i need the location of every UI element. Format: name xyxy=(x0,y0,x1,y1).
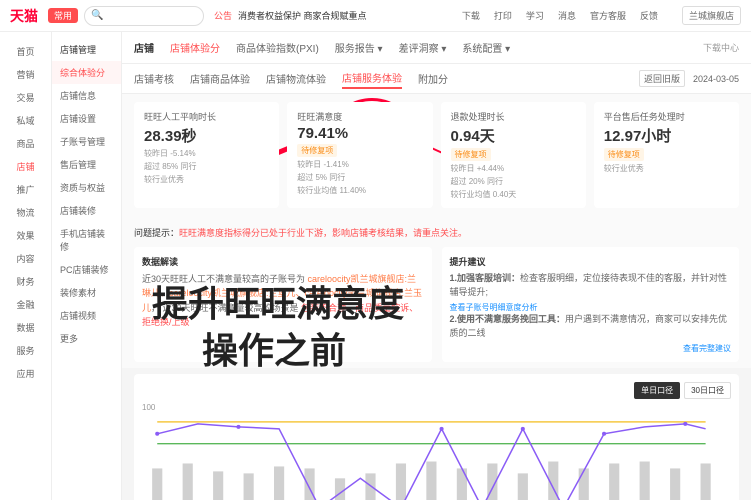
tab2-product[interactable]: 店铺商品体验 xyxy=(190,69,250,88)
repair-badge: 待修复项 xyxy=(604,148,644,161)
chart-section: 单日口径 30日口径 100 xyxy=(134,374,739,500)
metric-value: 28.39秒 xyxy=(144,125,269,146)
support-icon[interactable]: 官方客服 xyxy=(590,9,626,22)
metric-aftersale-time[interactable]: 平台售后任务处理时 12.97小时 待修复项 较行业优秀 xyxy=(594,102,739,208)
tab-report[interactable]: 服务报告 ▾ xyxy=(335,38,383,57)
metric-value: 12.97小时 xyxy=(604,125,729,146)
warning-banner: 问题提示：旺旺满意度指标得分已处于行业下游，影响店铺考核结果，请重点关注。 xyxy=(134,222,739,243)
bars xyxy=(152,461,711,500)
download-icon[interactable]: 下载 xyxy=(462,9,480,22)
nav-app[interactable]: 应用 xyxy=(0,362,51,385)
message-icon[interactable]: 消息 xyxy=(558,9,576,22)
metric-value: 79.41% xyxy=(297,125,422,142)
tab-pxi[interactable]: 商品体验指数(PXI) xyxy=(236,38,319,57)
repair-badge: 待修复项 xyxy=(451,148,491,161)
tabs-secondary: 店铺考核 店铺商品体验 店铺物流体验 店铺服务体验 附加分 返回旧版 2024-… xyxy=(122,64,751,94)
y-axis-max: 100 xyxy=(142,403,731,412)
notice-tag: 公告 xyxy=(214,9,232,22)
nav-data[interactable]: 数据 xyxy=(0,316,51,339)
search-input[interactable]: 🔍 xyxy=(84,6,204,26)
subnav-settings[interactable]: 店铺设置 xyxy=(52,107,121,130)
tab2-assess[interactable]: 店铺考核 xyxy=(134,69,174,88)
nav-promo[interactable]: 推广 xyxy=(0,178,51,201)
full-suggestion-link[interactable]: 查看完整建议 xyxy=(450,343,732,354)
subnav-more[interactable]: 更多 xyxy=(52,327,121,350)
nav-shop[interactable]: 店铺 xyxy=(0,155,51,178)
nav-logistics[interactable]: 物流 xyxy=(0,201,51,224)
metric-title: 平台售后任务处理时 xyxy=(604,110,729,123)
print-icon[interactable]: 打印 xyxy=(494,9,512,22)
subnav-subacct[interactable]: 子账号管理 xyxy=(52,130,121,153)
nav-private[interactable]: 私域 xyxy=(0,109,51,132)
tab-insight[interactable]: 差评洞察 ▾ xyxy=(399,38,447,57)
nav-content[interactable]: 内容 xyxy=(0,247,51,270)
nav-trade[interactable]: 交易 xyxy=(0,86,51,109)
search-icon: 🔍 xyxy=(91,10,103,21)
notice-bar[interactable]: 公告 消费者权益保护 商家合规赋重点 xyxy=(214,9,462,22)
subaccount-link[interactable]: 查看子账号明细意度分析 xyxy=(450,302,732,313)
subnav-info[interactable]: 店铺信息 xyxy=(52,84,121,107)
suggestion-panel: 提升建议 1.加强客服培训：检查客服明细，定位接待表现不佳的客服，并针对性辅导提… xyxy=(442,247,740,362)
nav-finance[interactable]: 财务 xyxy=(0,270,51,293)
content-area: 问题提示：旺旺满意度指标得分已处于行业下游，影响店铺考核结果，请重点关注。 数据… xyxy=(122,216,751,368)
tab-shop: 店铺 xyxy=(134,38,154,57)
subnav-qual[interactable]: 资质与权益 xyxy=(52,176,121,199)
metric-title: 退款处理时长 xyxy=(451,110,576,123)
notice-text: 消费者权益保护 商家合规赋重点 xyxy=(238,9,367,22)
nav-marketing[interactable]: 营销 xyxy=(0,63,51,86)
metric-satisfaction[interactable]: 旺旺满意度 79.41% 待修复项 较昨日 -1.41% 超过 5% 同行 较行… xyxy=(287,102,432,208)
nav-product[interactable]: 商品 xyxy=(0,132,51,155)
panel-title: 提升建议 xyxy=(450,255,732,268)
tabs-primary: 店铺 店铺体验分 商品体验指数(PXI) 服务报告 ▾ 差评洞察 ▾ 系统配置 … xyxy=(122,32,751,64)
common-tag[interactable]: 常用 xyxy=(48,8,78,23)
nav-home[interactable]: 首页 xyxy=(0,40,51,63)
metric-response-time[interactable]: 旺旺人工平响时长 28.39秒 较昨日 -5.14% 超过 85% 同行 较行业… xyxy=(134,102,279,208)
tab2-logistics[interactable]: 店铺物流体验 xyxy=(266,69,326,88)
subnav-deco[interactable]: 店铺装修 xyxy=(52,199,121,222)
panel-title: 数据解读 xyxy=(142,255,424,268)
download-center[interactable]: 下载中心 xyxy=(703,41,739,54)
chart-canvas[interactable] xyxy=(142,414,731,500)
metric-title: 旺旺满意度 xyxy=(297,110,422,123)
tab2-service[interactable]: 店铺服务体验 xyxy=(342,68,402,89)
data-interpretation-panel: 数据解读 近30天旺旺人工不满意量较高的子账号为 careloocity凯兰城旗… xyxy=(134,247,432,362)
main: 店铺 店铺体验分 商品体验指数(PXI) 服务报告 ▾ 差评洞察 ▾ 系统配置 … xyxy=(122,32,751,500)
subnav-pcdeco[interactable]: PC店铺装修 xyxy=(52,258,121,281)
topbar: 天猫 常用 🔍 公告 消费者权益保护 商家合规赋重点 下载 打印 学习 消息 官… xyxy=(0,0,751,32)
metric-refund-time[interactable]: 退款处理时长 0.94天 待修复项 较昨日 +4.44% 超过 20% 同行 较… xyxy=(441,102,586,208)
metric-value: 0.94天 xyxy=(451,125,576,146)
tab-config[interactable]: 系统配置 ▾ xyxy=(462,38,510,57)
subnav: 店铺管理 综合体验分 店铺信息 店铺设置 子账号管理 售后管理 资质与权益 店铺… xyxy=(52,32,122,500)
subnav-aftersale[interactable]: 售后管理 xyxy=(52,153,121,176)
old-version-button[interactable]: 返回旧版 xyxy=(639,70,685,87)
chart-tab-daily[interactable]: 单日口径 xyxy=(634,382,680,399)
subnav-material[interactable]: 装修素材 xyxy=(52,281,121,304)
learn-icon[interactable]: 学习 xyxy=(526,9,544,22)
logo: 天猫 xyxy=(10,6,48,26)
chart-tab-30d[interactable]: 30日口径 xyxy=(684,382,731,399)
subnav-mdeco[interactable]: 手机店铺装修 xyxy=(52,222,121,258)
subnav-score[interactable]: 综合体验分 xyxy=(52,61,121,84)
nav-gold[interactable]: 金融 xyxy=(0,293,51,316)
metric-title: 旺旺人工平响时长 xyxy=(144,110,269,123)
tab-exp[interactable]: 店铺体验分 xyxy=(170,38,220,57)
nav-effect[interactable]: 效果 xyxy=(0,224,51,247)
feedback-icon[interactable]: 反馈 xyxy=(640,9,658,22)
nav-service[interactable]: 服务 xyxy=(0,339,51,362)
subnav-video[interactable]: 店铺视频 xyxy=(52,304,121,327)
subnav-title: 店铺管理 xyxy=(52,38,121,61)
repair-badge: 待修复项 xyxy=(297,144,337,157)
shop-select[interactable]: 兰城旗舰店 xyxy=(682,6,741,25)
top-icons: 下载 打印 学习 消息 官方客服 反馈 兰城旗舰店 xyxy=(462,6,741,25)
tab2-extra[interactable]: 附加分 xyxy=(418,69,448,88)
metrics-row: 旺旺人工平响时长 28.39秒 较昨日 -5.14% 超过 85% 同行 较行业… xyxy=(122,94,751,216)
date-display[interactable]: 2024-03-05 xyxy=(693,74,739,84)
leftnav: 首页 营销 交易 私域 商品 店铺 推广 物流 效果 内容 财务 金融 数据 服… xyxy=(0,32,52,500)
